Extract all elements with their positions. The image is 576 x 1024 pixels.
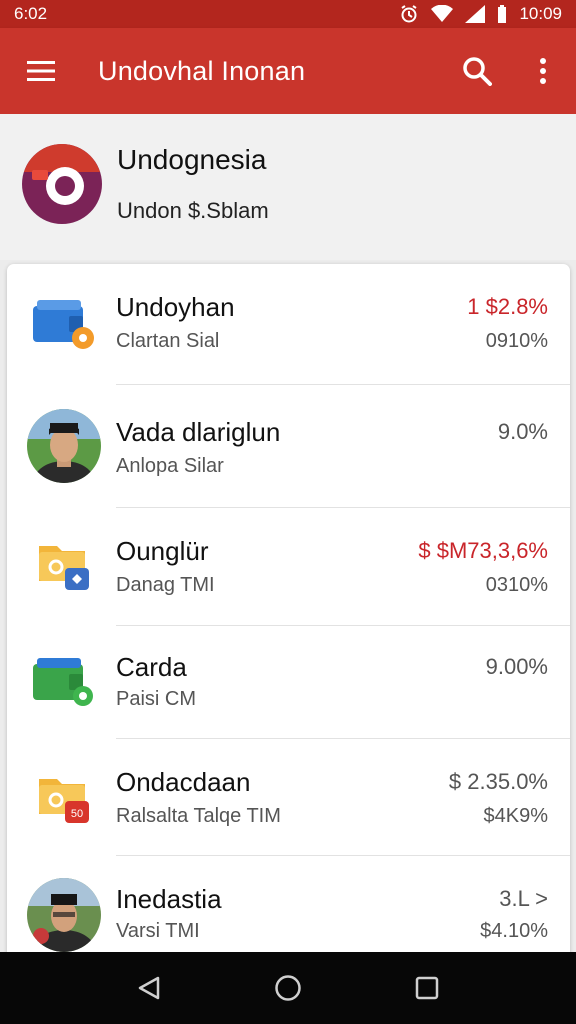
list-item[interactable]: 50 Ondacdaan Ralsalta Talqe TIM $ 2.35.0…: [7, 739, 570, 855]
person-avatar: [25, 407, 103, 485]
recents-button[interactable]: [397, 958, 457, 1018]
wallet-icon: [25, 642, 103, 720]
account-subtitle: Varsi TMI: [116, 920, 200, 942]
account-amount: 9.00%: [485, 654, 548, 679]
battery-icon: [498, 5, 507, 23]
status-time: 6:02: [14, 4, 48, 23]
search-icon: [463, 57, 492, 86]
profile-name: Undognesia: [117, 144, 267, 175]
list-item[interactable]: Carda Paisi CM 9.00%: [7, 626, 570, 738]
account-subtitle: Clartan Sial: [116, 330, 220, 352]
account-percent: $4.10%: [480, 920, 548, 942]
status-clock: 10:09: [519, 4, 562, 23]
alarm-icon: [401, 5, 418, 23]
account-title: Vada dlariglun: [116, 417, 281, 447]
account-title: Inedastia: [116, 884, 222, 914]
home-button[interactable]: [258, 958, 318, 1018]
svg-text:50: 50: [71, 808, 83, 820]
status-bar: 6:02 10:09: [0, 0, 576, 28]
account-percent: 0910%: [485, 330, 548, 352]
back-icon: [139, 976, 160, 1000]
account-subtitle: Danag TMI: [116, 574, 215, 596]
app-title: Undovhal Inonan: [98, 55, 306, 86]
list-item[interactable]: Undoyhan Clartan Sial 1 $2.8% 0910%: [7, 264, 570, 384]
account-subtitle: Anlopa Silar: [116, 455, 224, 477]
person-avatar: [25, 876, 103, 954]
list-item[interactable]: Ounglür Danag TMI $ $M73,3,6% 0310%: [7, 508, 570, 625]
more-vert-icon: [540, 58, 546, 84]
profile-logo: [22, 140, 102, 228]
signal-icon: [465, 5, 486, 23]
account-subtitle: Paisi CM: [116, 688, 197, 710]
account-amount: 3.L >: [499, 886, 548, 911]
account-percent: $4K9%: [483, 805, 549, 827]
system-nav-bar: [0, 952, 576, 1024]
account-title: Undoyhan: [116, 292, 235, 322]
menu-button[interactable]: [0, 28, 82, 114]
status-icons: 10:09: [399, 4, 562, 24]
more-options-button[interactable]: [510, 28, 576, 114]
home-icon: [275, 975, 301, 1001]
menu-icon: [27, 61, 55, 81]
account-title: Ounglür: [116, 536, 209, 566]
account-title: Ondacdaan: [116, 767, 251, 797]
back-button[interactable]: [119, 958, 179, 1018]
wallet-icon: [25, 284, 103, 362]
folder-icon: 50: [25, 759, 103, 837]
account-percent: 0310%: [485, 574, 548, 596]
app-actions: [444, 28, 576, 114]
account-amount: 1 $2.8%: [467, 294, 548, 319]
search-button[interactable]: [444, 28, 510, 114]
profile-subtitle: Undon $.Sblam: [117, 198, 269, 223]
account-amount: $ $M73,3,6%: [418, 538, 548, 563]
accounts-card: Undoyhan Clartan Sial 1 $2.8% 0910% Vada…: [7, 264, 570, 964]
app-bar: Undovhal Inonan: [0, 28, 576, 114]
wifi-icon: [431, 5, 454, 22]
account-amount: $ 2.35.0%: [448, 769, 548, 794]
recents-icon: [415, 976, 438, 1000]
folder-icon: [25, 526, 103, 604]
account-title: Carda: [116, 652, 187, 682]
account-amount: 9.0%: [497, 419, 548, 444]
account-subtitle: Ralsalta Talqe TIM: [116, 805, 281, 827]
list-item[interactable]: Inedastia Varsi TMI 3.L > $4.10%: [7, 856, 570, 964]
list-item[interactable]: Vada dlariglun Anlopa Silar 9.0%: [7, 385, 570, 507]
